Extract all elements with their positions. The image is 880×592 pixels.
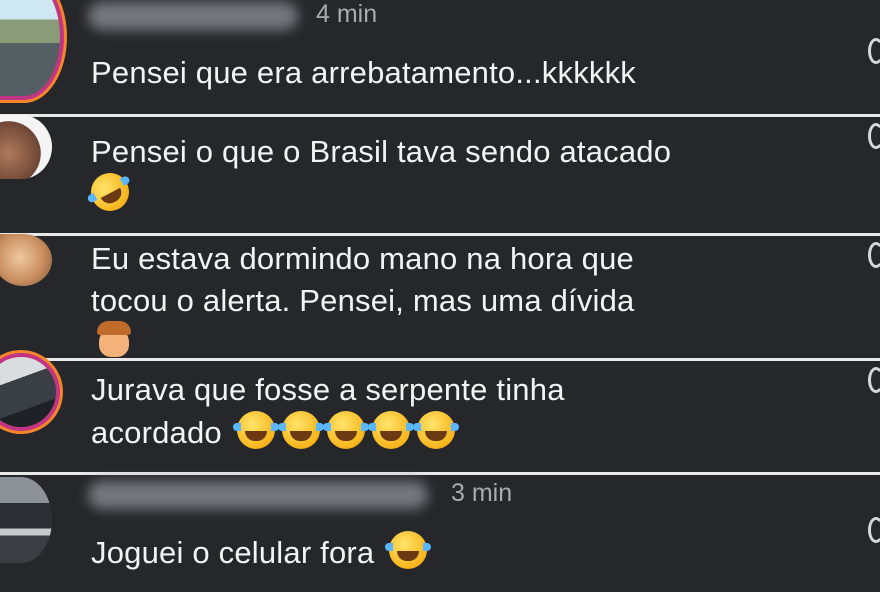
avatar[interactable] xyxy=(0,477,52,563)
comment-text: Jurava que fosse a serpente tinha acorda… xyxy=(91,369,565,454)
comment-item-2: Pensei o que o Brasil tava sendo atacado xyxy=(0,115,880,234)
comment-text-line-1: Eu estava dormindo mano na hora que xyxy=(91,241,634,276)
avatar[interactable] xyxy=(0,0,60,96)
comment-text: Eu estava dormindo mano na hora que toco… xyxy=(91,238,635,364)
comment-text-line: Pensei o que o Brasil tava sendo atacado xyxy=(91,134,672,169)
comment-text: Pensei que era arrebatamento...kkkkkk xyxy=(91,55,637,90)
avatar[interactable] xyxy=(0,115,52,179)
comment-item-4: Jurava que fosse a serpente tinha acorda… xyxy=(0,357,880,473)
face-with-tears-of-joy-icon xyxy=(232,411,279,449)
comment-timestamp: 4 min xyxy=(316,0,378,28)
avatar[interactable] xyxy=(0,234,52,286)
face-with-tears-of-joy-icon xyxy=(412,411,459,449)
username-blurred[interactable] xyxy=(88,481,428,509)
face-with-tears-of-joy-icon xyxy=(277,411,324,449)
more-options-icon[interactable] xyxy=(868,517,880,543)
face-with-tears-of-joy-icon xyxy=(385,531,432,569)
more-options-icon[interactable] xyxy=(868,242,880,268)
rolling-on-floor-laughing-icon xyxy=(84,166,136,218)
comment-text-line: Joguei o celular fora xyxy=(91,535,375,570)
comment-text-line-1: Jurava que fosse a serpente tinha xyxy=(91,372,565,407)
face-with-tears-of-joy-icon xyxy=(322,411,369,449)
comment-item-5: 3 min Joguei o celular fora xyxy=(0,475,880,592)
more-options-icon[interactable] xyxy=(868,38,880,64)
comment-item-1: 4 min Pensei que era arrebatamento...kkk… xyxy=(0,0,880,115)
comment-text: Joguei o celular fora xyxy=(91,531,434,574)
avatar[interactable] xyxy=(0,357,56,427)
comment-text: Pensei o que o Brasil tava sendo atacado xyxy=(84,131,672,218)
comment-text-line-2: tocou o alerta. Pensei, mas uma dívida xyxy=(91,283,635,318)
face-with-tears-of-joy-icon xyxy=(367,411,414,449)
comment-timestamp: 3 min xyxy=(451,479,513,507)
more-options-icon[interactable] xyxy=(868,123,880,149)
username-blurred[interactable] xyxy=(88,2,298,30)
comment-text-line-2: acordado xyxy=(91,415,222,450)
comment-item-3: Eu estava dormindo mano na hora que toco… xyxy=(0,234,880,360)
facepalm-icon xyxy=(97,321,131,357)
more-options-icon[interactable] xyxy=(868,367,880,393)
